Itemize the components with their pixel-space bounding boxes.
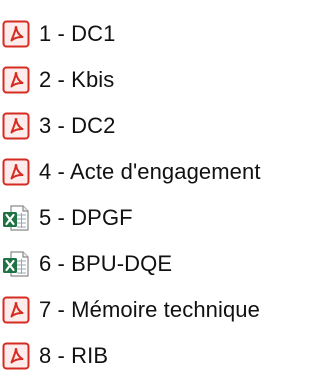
file-item-dc2[interactable]: 3 - DC2 — [2, 106, 116, 146]
excel-file-icon — [2, 204, 30, 232]
file-item-dc1[interactable]: 1 - DC1 — [2, 14, 116, 54]
file-item-acte-engagement[interactable]: 4 - Acte d'engagement — [2, 152, 261, 192]
pdf-file-icon — [2, 342, 30, 370]
pdf-file-icon — [2, 112, 30, 140]
pdf-file-icon — [2, 158, 30, 186]
file-item-dpgf[interactable]: 5 - DPGF — [2, 198, 133, 238]
file-item-rib[interactable]: 8 - RIB — [2, 336, 108, 376]
file-name: 8 - RIB — [39, 343, 109, 368]
file-list: 1 - DC1 2 - Kbis 3 - DC2 4 - Acte d'enga… — [0, 0, 333, 381]
pdf-file-icon — [2, 20, 30, 48]
file-name: 3 - DC2 — [39, 113, 116, 138]
file-name: 6 - BPU-DQE — [39, 251, 173, 276]
file-name: 2 - Kbis — [39, 67, 115, 92]
file-item-bpu-dqe[interactable]: 6 - BPU-DQE — [2, 244, 172, 284]
file-item-kbis[interactable]: 2 - Kbis — [2, 60, 114, 100]
file-name: 5 - DPGF — [39, 205, 133, 230]
excel-file-icon — [2, 250, 30, 278]
pdf-file-icon — [2, 66, 30, 94]
pdf-file-icon — [2, 296, 30, 324]
file-name: 4 - Acte d'engagement — [39, 159, 261, 184]
file-name: 7 - Mémoire technique — [39, 297, 260, 322]
file-name: 1 - DC1 — [39, 21, 116, 46]
file-item-memoire-technique[interactable]: 7 - Mémoire technique — [2, 290, 260, 330]
